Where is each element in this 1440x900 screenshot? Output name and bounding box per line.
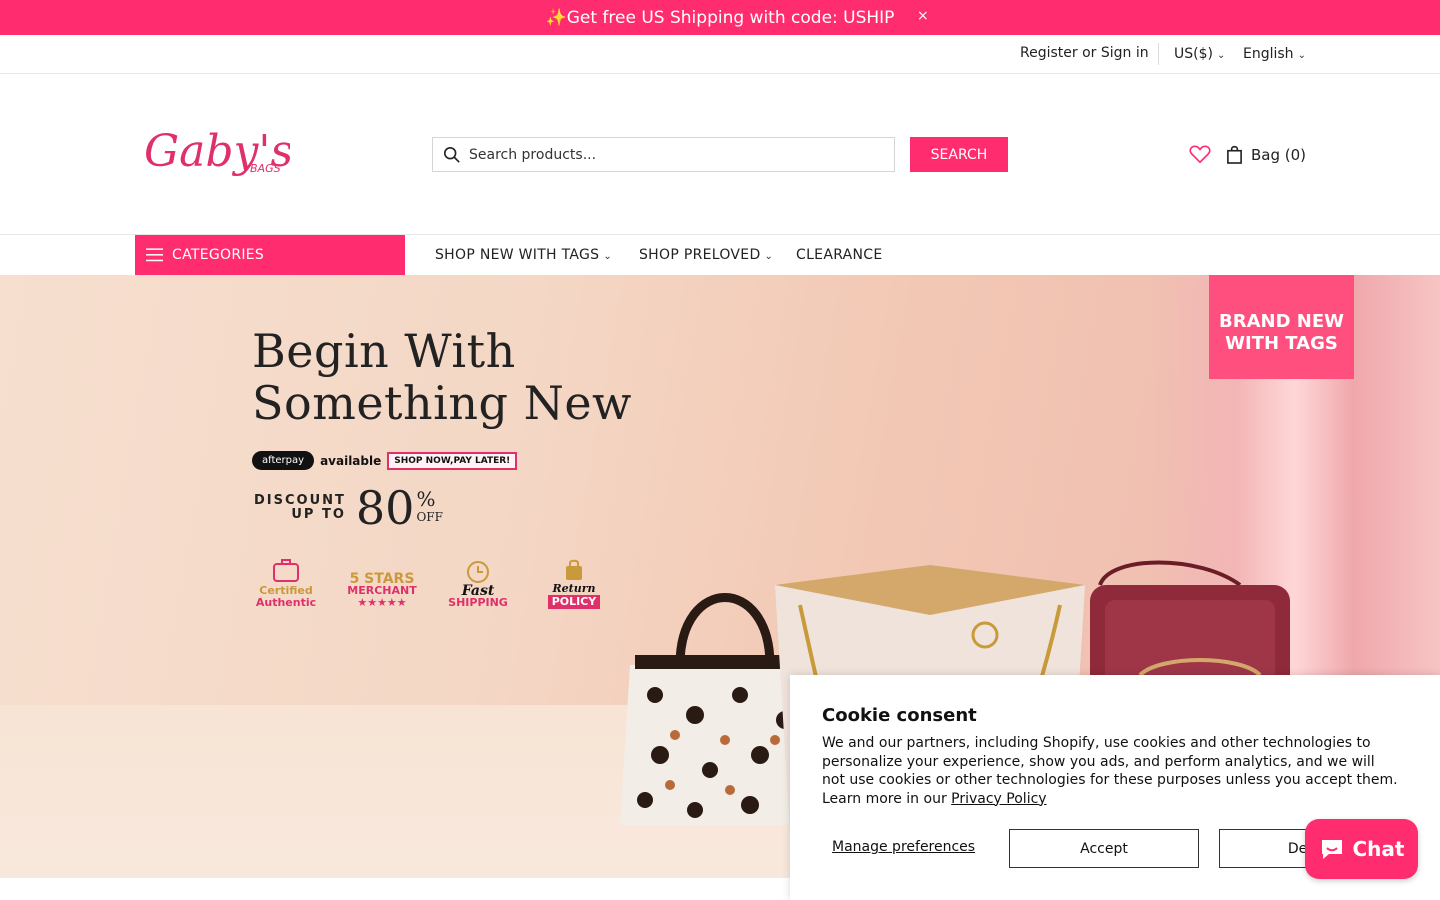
trust-badges: Certified Authentic 5 STARS MERCHANT ★★★…: [252, 543, 608, 609]
search-icon: [443, 146, 460, 163]
clock-icon: [467, 561, 489, 583]
badge-line2: Authentic: [255, 596, 317, 609]
discount-line1: DISCOUNT: [254, 493, 346, 508]
announcement-bar: ✨Get free US Shipping with code: USHIP ×: [0, 0, 1440, 35]
cookie-body-text: We and our partners, including Shopify, …: [822, 735, 1398, 807]
shopping-bag-icon: [1227, 145, 1242, 164]
categories-button[interactable]: CATEGORIES: [135, 235, 405, 275]
return-policy-badge: Return POLICY: [540, 543, 608, 609]
fast-shipping-badge: Fast SHIPPING: [444, 543, 512, 609]
afterpay-strip: afterpay available SHOP NOW,PAY LATER!: [252, 451, 518, 470]
main-nav: CATEGORIES SHOP NEW WITH TAGS ⌄ SHOP PREL…: [0, 235, 1440, 275]
search-field[interactable]: [432, 137, 895, 172]
currency-label: US($): [1174, 46, 1213, 62]
badge-line2: POLICY: [547, 595, 601, 609]
briefcase-icon: [273, 559, 299, 582]
return-bag-icon: [566, 559, 582, 580]
categories-label: CATEGORIES: [172, 247, 265, 263]
nav-item-label: SHOP PRELOVED: [639, 247, 761, 263]
off-label: OFF: [416, 510, 443, 524]
privacy-policy-link[interactable]: Privacy Policy: [951, 791, 1046, 807]
chevron-down-icon: ⌄: [603, 251, 613, 262]
discount-percent: % OFF: [416, 489, 443, 526]
manage-preferences-button[interactable]: Manage preferences: [832, 839, 975, 855]
nav-item-shop-new-with-tags[interactable]: SHOP NEW WITH TAGS ⌄: [435, 247, 612, 263]
ribbon-line2: WITH TAGS: [1225, 333, 1338, 354]
discount-line2: UP TO: [291, 507, 346, 522]
cookie-body: We and our partners, including Shopify, …: [822, 734, 1402, 808]
discount-value: 80: [355, 481, 415, 535]
brand-new-ribbon: BRAND NEW WITH TAGS: [1209, 275, 1354, 379]
badge-line2: SHIPPING: [448, 596, 508, 609]
hero-title-line2: Something New: [252, 376, 632, 430]
currency-selector[interactable]: US($) ⌄: [1174, 46, 1225, 62]
search-input[interactable]: [469, 146, 869, 163]
afterpay-logo: afterpay: [252, 451, 315, 470]
bag-label: Bag (0): [1251, 145, 1307, 164]
five-stars-merchant-badge: 5 STARS MERCHANT ★★★★★: [347, 543, 416, 609]
badge-line1: Return: [552, 582, 596, 595]
site-header: Gaby's BAGS SEARCH Bag (0): [0, 74, 1440, 235]
chat-bubble-icon: [1321, 840, 1342, 859]
site-logo[interactable]: Gaby's BAGS: [140, 108, 290, 198]
language-selector[interactable]: English ⌄: [1243, 46, 1306, 62]
bag-button[interactable]: Bag (0): [1226, 145, 1306, 164]
chevron-down-icon: ⌄: [764, 251, 774, 262]
announcement-text: ✨Get free US Shipping with code: USHIP: [545, 7, 895, 28]
register-signin-link[interactable]: Register or Sign in: [1020, 45, 1149, 61]
heart-icon[interactable]: [1189, 144, 1211, 164]
certified-authentic-badge: Certified Authentic: [252, 543, 320, 609]
accept-button[interactable]: Accept: [1009, 829, 1199, 868]
ribbon-line1: BRAND NEW: [1219, 311, 1344, 332]
chevron-down-icon: ⌄: [1297, 50, 1306, 61]
hamburger-icon: [146, 248, 163, 262]
top-utility-bar: Register or Sign in US($) ⌄ English ⌄: [0, 35, 1440, 74]
announcement-close-icon[interactable]: ×: [917, 8, 929, 24]
nav-item-clearance[interactable]: CLEARANCE: [796, 247, 883, 263]
logo-sub-text: BAGS: [250, 162, 281, 175]
chevron-down-icon: ⌄: [1216, 50, 1226, 61]
nav-item-shop-preloved[interactable]: SHOP PRELOVED ⌄: [639, 247, 773, 263]
divider: [1158, 43, 1159, 65]
chat-button[interactable]: Chat: [1305, 819, 1418, 879]
afterpay-shop-now: SHOP NOW,PAY LATER!: [387, 451, 518, 470]
hero-title: Begin With Something New: [252, 325, 632, 429]
discount-label: DISCOUNT UP TO: [254, 494, 346, 522]
hero-title-line1: Begin With: [252, 324, 516, 378]
cookie-title: Cookie consent: [822, 705, 977, 726]
search-button[interactable]: SEARCH: [910, 137, 1008, 172]
nav-item-label: SHOP NEW WITH TAGS: [435, 247, 600, 263]
language-label: English: [1243, 46, 1294, 62]
chat-label: Chat: [1352, 837, 1405, 861]
stars-icon: ★★★★★: [357, 596, 407, 609]
afterpay-available: available: [320, 453, 382, 468]
discount-block: DISCOUNT UP TO 80 % OFF: [254, 481, 443, 535]
